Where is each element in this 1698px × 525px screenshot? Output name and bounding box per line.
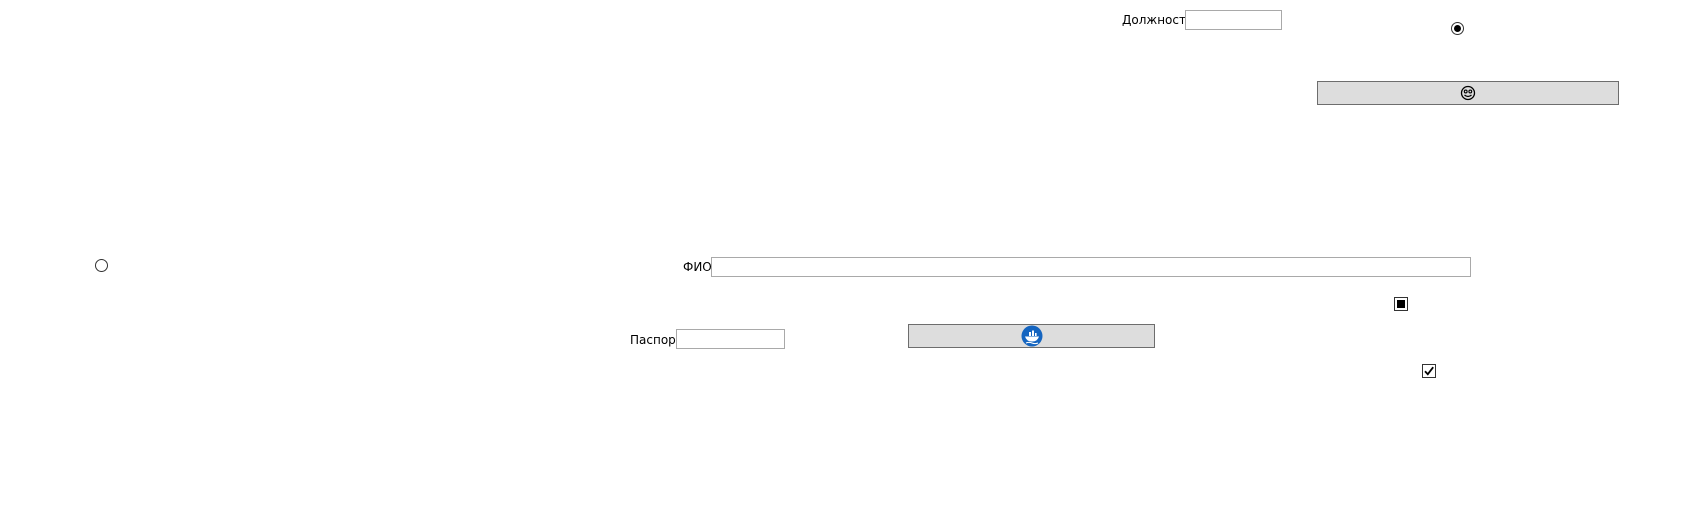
checkbox-checked[interactable]	[1422, 364, 1436, 378]
radio-button-unselected[interactable]	[95, 259, 108, 272]
face-icon	[1460, 85, 1476, 101]
ship-logo-icon	[1021, 325, 1043, 347]
indeterminate-mark	[1397, 300, 1405, 308]
face-button[interactable]	[1317, 81, 1619, 105]
logo-button[interactable]	[908, 324, 1155, 348]
radio-dot	[1454, 25, 1461, 32]
check-icon	[1424, 366, 1434, 376]
position-label: Должность	[1122, 13, 1194, 27]
fio-input[interactable]	[711, 257, 1471, 277]
fio-label: ФИО	[683, 260, 712, 274]
form-canvas: Должность ФИО Паспорт	[0, 0, 1698, 525]
passport-label: Паспорт	[630, 333, 683, 347]
radio-button-selected[interactable]	[1451, 22, 1464, 35]
checkbox-indeterminate[interactable]	[1394, 297, 1408, 311]
passport-input[interactable]	[676, 329, 785, 349]
position-input[interactable]	[1185, 10, 1282, 30]
